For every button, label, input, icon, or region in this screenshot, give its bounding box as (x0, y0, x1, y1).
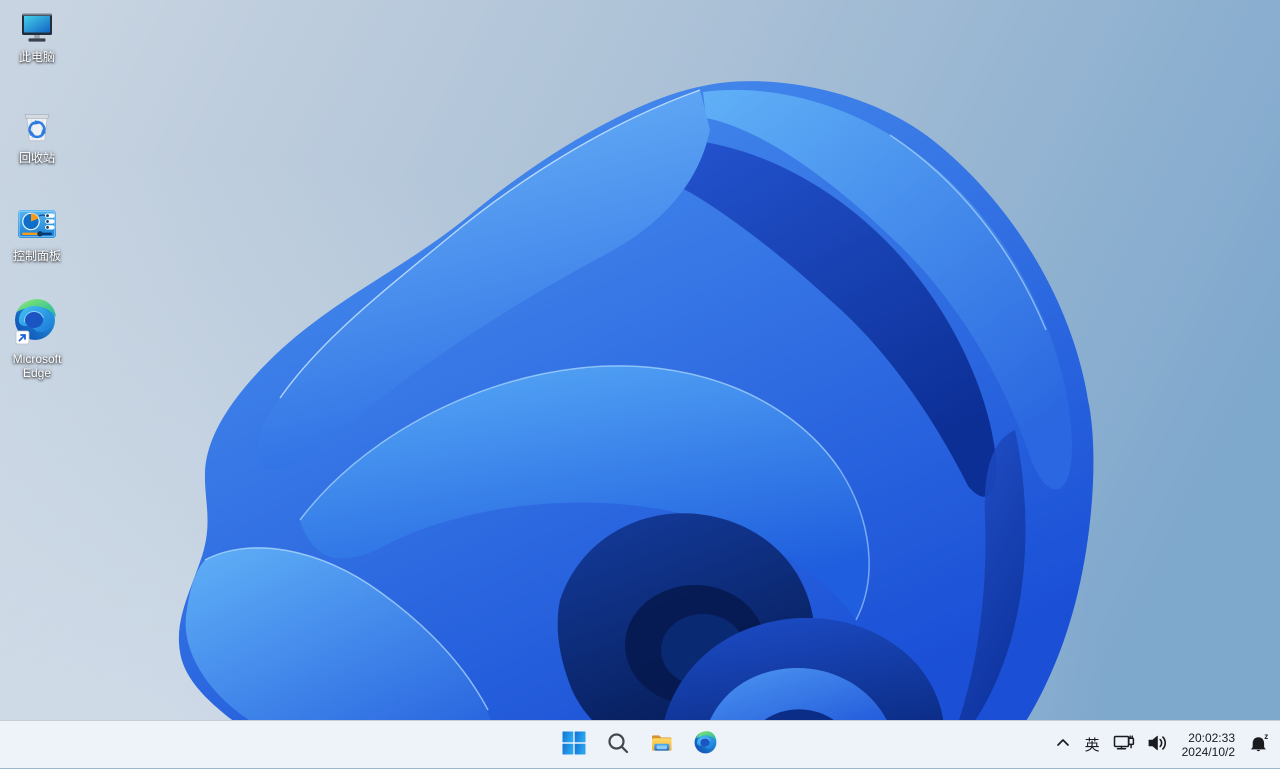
system-tray: 英 20:02:33 2024/10/2 (1048, 721, 1276, 769)
windows-start-icon (562, 731, 586, 760)
clock-time: 20:02:33 (1188, 731, 1235, 745)
folder-icon (649, 730, 675, 761)
this-pc-icon (19, 10, 55, 46)
edge-icon (693, 730, 719, 761)
desktop-icon-label: Microsoft Edge (2, 352, 72, 380)
speaker-icon (1145, 730, 1171, 761)
edge-icon (12, 298, 62, 348)
desktop-icon-label: 回收站 (19, 151, 55, 165)
desktop-icon-control-panel[interactable]: 控制面板 (1, 201, 73, 263)
desktop-surface[interactable]: 此电脑 回收站 (0, 0, 1280, 768)
search-icon (606, 731, 630, 760)
recycle-bin-icon (16, 105, 58, 147)
desktop-icon-label: 控制面板 (13, 249, 61, 263)
tray-overflow-button[interactable] (1048, 725, 1078, 765)
desktop-icon-recycle-bin[interactable]: 回收站 (1, 103, 73, 165)
taskbar: 英 20:02:33 2024/10/2 (0, 720, 1280, 768)
taskbar-center-buttons (552, 721, 728, 769)
desktop-icon-this-pc[interactable]: 此电脑 (1, 8, 73, 64)
edge-button[interactable] (686, 725, 726, 765)
network-button[interactable] (1107, 725, 1141, 765)
notification-center-button[interactable]: z (1242, 725, 1276, 765)
wallpaper-bloom (0, 0, 1280, 768)
desktop-icon-microsoft-edge[interactable]: Microsoft Edge (1, 296, 73, 380)
taskbar-clock[interactable]: 20:02:33 2024/10/2 (1175, 725, 1242, 765)
desktop-icon-label: 此电脑 (19, 50, 55, 64)
control-panel-icon (15, 203, 59, 245)
search-button[interactable] (598, 725, 638, 765)
network-ethernet-icon (1111, 730, 1137, 761)
svg-text:z: z (1264, 732, 1268, 741)
volume-button[interactable] (1141, 725, 1175, 765)
chevron-up-icon (1052, 732, 1074, 759)
ime-indicator[interactable]: 英 (1078, 725, 1107, 765)
bell-dnd-icon: z (1246, 730, 1272, 761)
file-explorer-button[interactable] (642, 725, 682, 765)
start-button[interactable] (554, 725, 594, 765)
clock-date: 2024/10/2 (1182, 745, 1235, 759)
ime-language-label: 英 (1085, 738, 1100, 753)
